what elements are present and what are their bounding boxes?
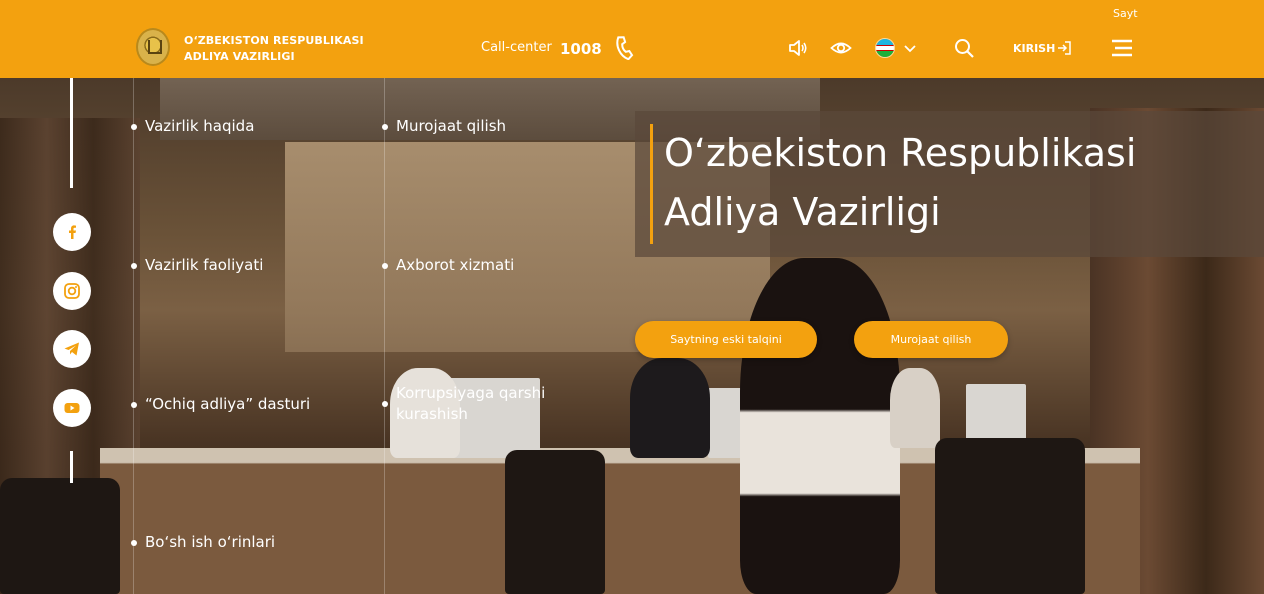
eye-icon[interactable] [830, 37, 852, 59]
menu-item-murojaat-qilish[interactable]: Murojaat qilish [382, 116, 506, 137]
instagram-icon [64, 283, 80, 299]
chair-decor [0, 478, 120, 594]
telegram-button[interactable] [53, 330, 91, 368]
login-icon[interactable] [1056, 40, 1072, 56]
speaker-icon[interactable] [787, 37, 809, 59]
menu-item-korrupsiyaga-qarshi[interactable]: Korrupsiyaga qarshi kurashish [382, 383, 572, 425]
bullet-dot [131, 263, 137, 269]
top-header: O‘ZBEKISTON RESPUBLIKASI ADLIYA VAZIRLIG… [0, 0, 1264, 78]
social-line-top [70, 78, 73, 188]
brand-line-2: ADLIYA VAZIRLIGI [184, 50, 295, 63]
site-label: Sayt [1113, 7, 1138, 20]
menu-item-axborot-xizmati[interactable]: Axborot xizmati [382, 255, 514, 276]
menu-item-label: Vazirlik haqida [145, 117, 255, 135]
menu-grid-line [133, 78, 134, 594]
youtube-icon [64, 403, 80, 413]
chair-decor [505, 450, 605, 594]
social-line-bottom [70, 451, 73, 483]
bullet-dot [382, 263, 388, 269]
callcenter-label: Call-center [481, 40, 552, 55]
facebook-icon [69, 225, 76, 239]
bullet-dot [382, 124, 388, 130]
ministry-emblem-logo[interactable] [136, 28, 170, 66]
login-link[interactable]: KIRISH [1013, 42, 1055, 55]
person-decor [890, 368, 940, 448]
hero-title-accent-bar [650, 124, 653, 244]
search-icon[interactable] [953, 37, 975, 59]
person-decor [740, 258, 900, 594]
menu-item-label: Axborot xizmati [396, 256, 515, 274]
menu-item-label: Bo‘sh ish o‘rinlari [145, 533, 276, 551]
hero-title-line-1: O‘zbekiston Respublikasi [664, 131, 1137, 175]
bullet-dot [131, 540, 137, 546]
menu-item-label: Murojaat qilish [396, 117, 507, 135]
facebook-button[interactable] [53, 213, 91, 251]
menu-item-ochiq-adliya[interactable]: “Ochiq adliya” dasturi [131, 394, 310, 415]
person-decor [630, 358, 710, 458]
old-site-button[interactable]: Saytning eski talqini [635, 321, 817, 358]
uzbekistan-flag-icon[interactable] [875, 38, 895, 58]
chevron-down-icon[interactable] [902, 40, 918, 56]
appeal-button[interactable]: Murojaat qilish [854, 321, 1008, 358]
callcenter-number[interactable]: 1008 [560, 40, 602, 58]
brand-line-1: O‘ZBEKISTON RESPUBLIKASI [184, 34, 364, 47]
menu-grid-line [384, 78, 385, 594]
menu-item-vazirlik-faoliyati[interactable]: Vazirlik faoliyati [131, 255, 263, 276]
hamburger-menu-icon[interactable] [1111, 37, 1133, 59]
menu-item-label: “Ochiq adliya” dasturi [145, 395, 311, 413]
menu-item-vazirlik-haqida[interactable]: Vazirlik haqida [131, 116, 254, 137]
phone-icon[interactable] [612, 36, 636, 60]
telegram-icon [64, 342, 79, 356]
monitor-decor [966, 384, 1026, 442]
hero-title-line-2: Adliya Vazirligi [664, 190, 941, 234]
bullet-dot [131, 402, 137, 408]
menu-item-label: Vazirlik faoliyati [145, 256, 264, 274]
bullet-dot [382, 401, 388, 407]
brand-name[interactable]: O‘ZBEKISTON RESPUBLIKASI ADLIYA VAZIRLIG… [184, 33, 364, 65]
chair-decor [935, 438, 1085, 594]
bullet-dot [131, 124, 137, 130]
menu-item-bosh-ish-orinlari[interactable]: Bo‘sh ish o‘rinlari [131, 532, 275, 553]
youtube-button[interactable] [53, 389, 91, 427]
instagram-button[interactable] [53, 272, 91, 310]
menu-item-label: Korrupsiyaga qarshi kurashish [396, 384, 546, 423]
